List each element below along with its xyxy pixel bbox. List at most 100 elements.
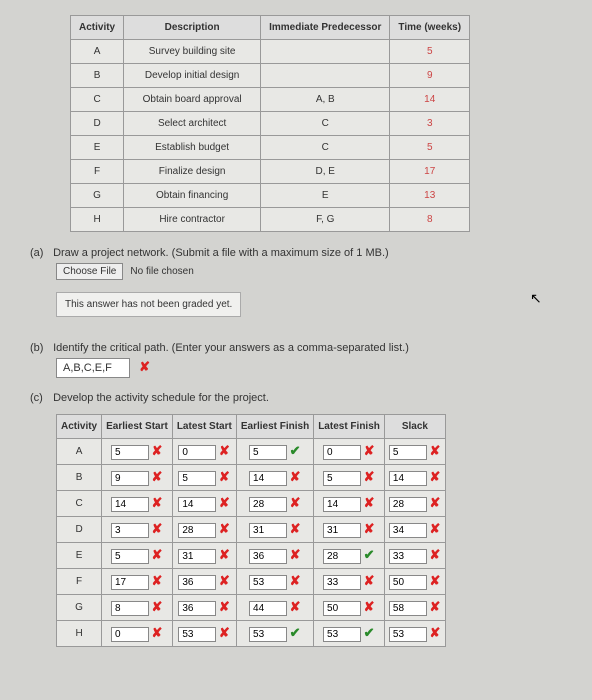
cell-ef: ✘ (236, 543, 313, 569)
wrong-icon: ✘ (289, 573, 301, 589)
sch-col-ls: Latest Start (172, 415, 236, 439)
cell-description: Select architect (124, 112, 261, 136)
wrong-icon: ✘ (151, 547, 163, 563)
wrong-icon: ✘ (151, 573, 163, 589)
wrong-icon: ✘ (429, 599, 441, 615)
cell-slack-input[interactable] (389, 575, 427, 590)
cell-time: 5 (390, 40, 470, 64)
cell-predecessor (261, 40, 390, 64)
cell-ls-input[interactable] (178, 471, 216, 486)
cell-ef-input[interactable] (249, 523, 287, 538)
part-c-text: Develop the activity schedule for the pr… (53, 392, 269, 404)
cell-slack-input[interactable] (389, 471, 427, 486)
cursor-icon: ↖ (530, 290, 542, 307)
col-predecessor: Immediate Predecessor (261, 16, 390, 40)
cell-activity: B (57, 465, 102, 491)
cell-slack-input[interactable] (389, 627, 427, 642)
cell-activity: B (71, 64, 124, 88)
cell-slack: ✘ (384, 569, 445, 595)
check-icon: ✔ (289, 625, 301, 641)
cell-ls: ✘ (172, 491, 236, 517)
cell-es-input[interactable] (111, 497, 149, 512)
wrong-icon: ✘ (429, 443, 441, 459)
cell-ef-input[interactable] (249, 471, 287, 486)
cell-activity: E (57, 543, 102, 569)
schedule-row: G✘✘✘✘✘ (57, 595, 446, 621)
cell-lf-input[interactable] (323, 601, 361, 616)
cell-slack-input[interactable] (389, 601, 427, 616)
part-b-label: (b) (30, 342, 50, 354)
cell-ef-input[interactable] (249, 497, 287, 512)
cell-activity: F (57, 569, 102, 595)
cell-slack: ✘ (384, 595, 445, 621)
wrong-icon: ✘ (429, 495, 441, 511)
cell-ef-input[interactable] (249, 627, 287, 642)
cell-ef-input[interactable] (249, 601, 287, 616)
cell-es-input[interactable] (111, 549, 149, 564)
cell-es: ✘ (102, 543, 173, 569)
cell-time: 13 (390, 184, 470, 208)
cell-ls: ✘ (172, 595, 236, 621)
wrong-icon: ✘ (429, 547, 441, 563)
cell-ls-input[interactable] (178, 445, 216, 460)
cell-ls-input[interactable] (178, 575, 216, 590)
cell-slack-input[interactable] (389, 549, 427, 564)
cell-slack-input[interactable] (389, 523, 427, 538)
cell-ls-input[interactable] (178, 497, 216, 512)
cell-description: Develop initial design (124, 64, 261, 88)
cell-ls-input[interactable] (178, 627, 216, 642)
wrong-icon: ✘ (218, 599, 230, 615)
cell-lf: ✘ (314, 465, 385, 491)
cell-ls: ✘ (172, 569, 236, 595)
cell-slack-input[interactable] (389, 445, 427, 460)
cell-ls: ✘ (172, 621, 236, 647)
sch-col-activity: Activity (57, 415, 102, 439)
cell-es-input[interactable] (111, 445, 149, 460)
cell-lf-input[interactable] (323, 445, 361, 460)
col-time: Time (weeks) (390, 16, 470, 40)
cell-slack: ✘ (384, 621, 445, 647)
cell-activity: H (71, 208, 124, 232)
cell-slack-input[interactable] (389, 497, 427, 512)
wrong-icon: ✘ (429, 573, 441, 589)
cell-ef-input[interactable] (249, 445, 287, 460)
wrong-icon: ✘ (151, 443, 163, 459)
part-c: (c) Develop the activity schedule for th… (30, 392, 562, 404)
sch-col-ef: Earliest Finish (236, 415, 313, 439)
cell-description: Obtain financing (124, 184, 261, 208)
wrong-icon: ✘ (218, 573, 230, 589)
cell-ef-input[interactable] (249, 575, 287, 590)
cell-activity: A (57, 439, 102, 465)
wrong-icon: ✘ (218, 443, 230, 459)
cell-ef: ✘ (236, 569, 313, 595)
cell-lf-input[interactable] (323, 627, 361, 642)
sch-col-es: Earliest Start (102, 415, 173, 439)
wrong-icon: ✘ (151, 599, 163, 615)
cell-ls: ✘ (172, 439, 236, 465)
cell-lf-input[interactable] (323, 523, 361, 538)
wrong-icon: ✘ (218, 547, 230, 563)
choose-file-button[interactable]: Choose File (56, 263, 123, 280)
cell-lf-input[interactable] (323, 575, 361, 590)
cell-ls-input[interactable] (178, 601, 216, 616)
cell-predecessor: E (261, 184, 390, 208)
cell-ls: ✘ (172, 517, 236, 543)
cell-lf-input[interactable] (323, 471, 361, 486)
cell-lf-input[interactable] (323, 497, 361, 512)
cell-es-input[interactable] (111, 601, 149, 616)
cell-ls-input[interactable] (178, 523, 216, 538)
cell-es-input[interactable] (111, 471, 149, 486)
cell-time: 3 (390, 112, 470, 136)
cell-es-input[interactable] (111, 627, 149, 642)
wrong-icon: ✘ (289, 521, 301, 537)
cell-activity: G (71, 184, 124, 208)
cell-ls-input[interactable] (178, 549, 216, 564)
cell-es-input[interactable] (111, 523, 149, 538)
cell-time: 14 (390, 88, 470, 112)
cell-lf-input[interactable] (323, 549, 361, 564)
cell-es-input[interactable] (111, 575, 149, 590)
table-row: HHire contractorF, G8 (71, 208, 470, 232)
cell-ef-input[interactable] (249, 549, 287, 564)
critical-path-answer[interactable]: A,B,C,E,F (56, 358, 130, 378)
cell-lf: ✘ (314, 569, 385, 595)
